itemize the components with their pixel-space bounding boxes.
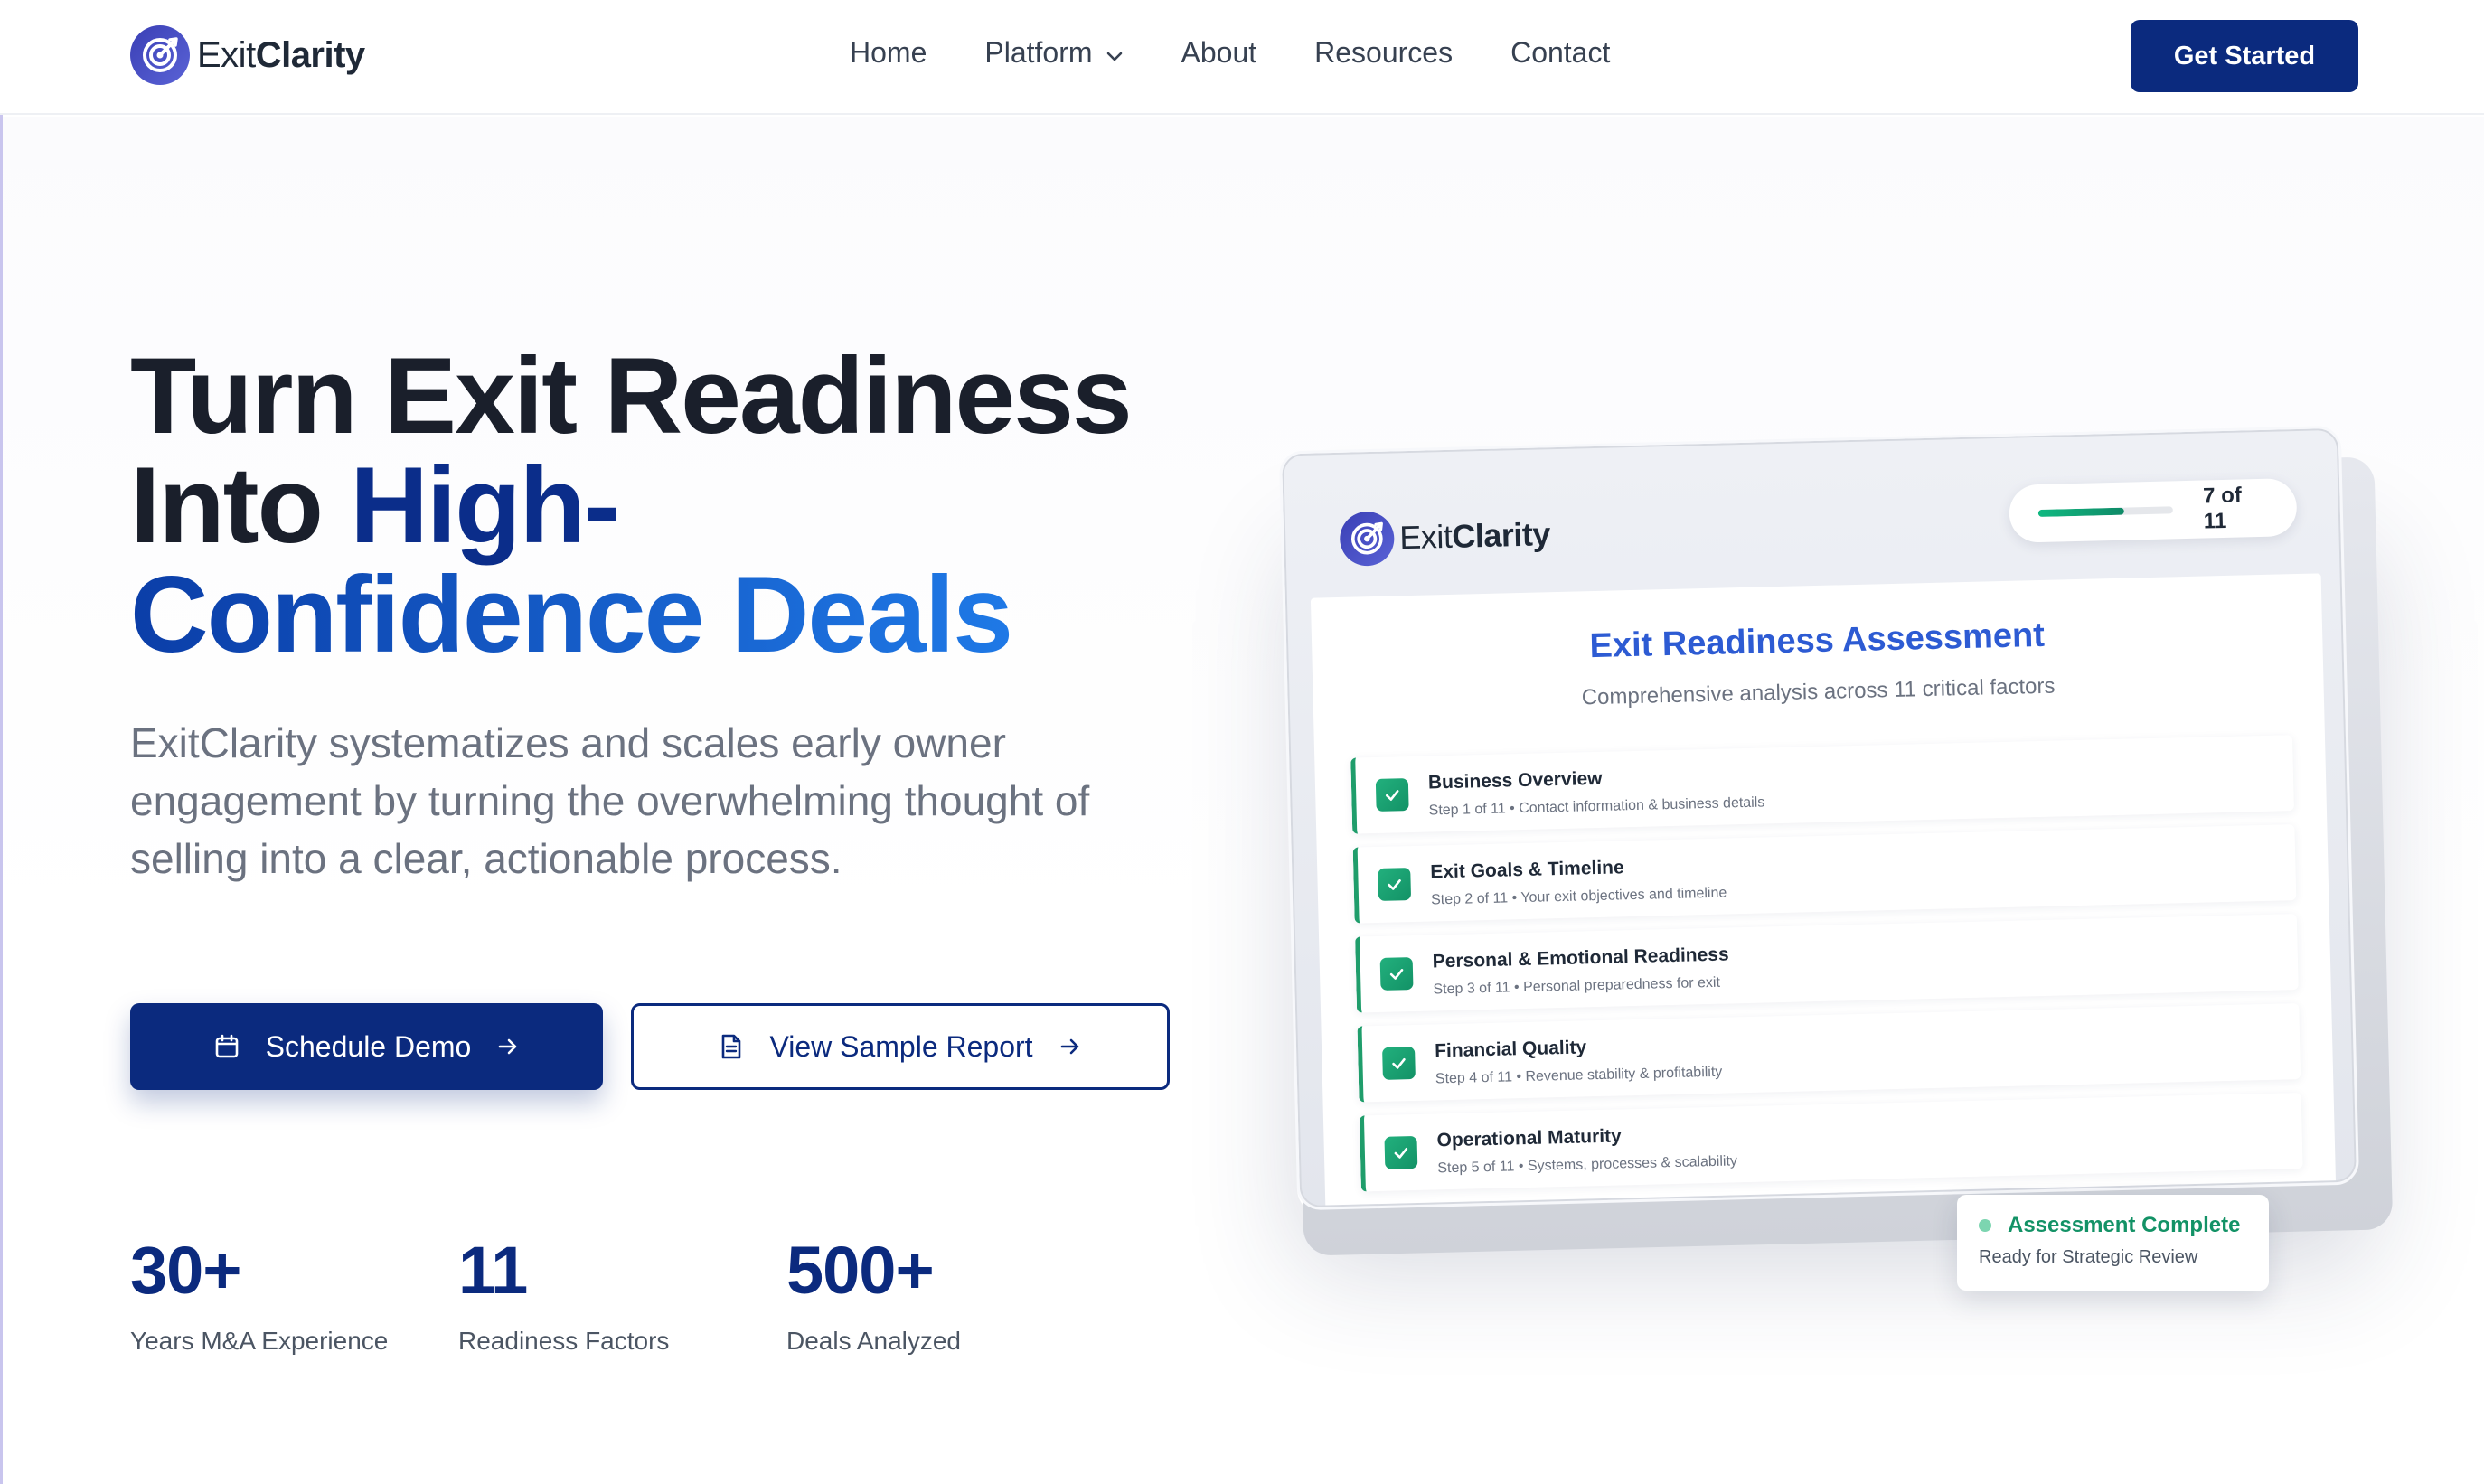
top-navbar: ExitClarity Home Platform About Resource… — [0, 0, 2484, 115]
device-frame: ExitClarity 7 of 11 Exit Readiness Asses… — [1278, 425, 2360, 1211]
stat-experience: 30+ Years M&A Experience — [130, 1231, 458, 1356]
step-detail: Step 1 of 11 • Contact information & bus… — [1428, 794, 1765, 819]
step-item[interactable]: Business Overview Step 1 of 11 • Contact… — [1350, 735, 2294, 834]
mockup-header: ExitClarity 7 of 11 — [1294, 441, 2334, 593]
progress-fill — [2037, 507, 2125, 517]
calendar-icon — [213, 1033, 240, 1060]
nav-link-about[interactable]: About — [1181, 36, 1257, 70]
hero-headline: Turn Exit Readiness Into High- Confidenc… — [130, 342, 1215, 670]
stat-factors: 11 Readiness Factors — [458, 1231, 786, 1356]
mockup-logo: ExitClarity — [1339, 507, 1551, 567]
step-detail: Step 4 of 11 • Revenue stability & profi… — [1435, 1064, 1723, 1087]
get-started-button[interactable]: Get Started — [2131, 20, 2358, 92]
stat-label: Deals Analyzed — [786, 1327, 962, 1355]
check-icon — [1378, 868, 1412, 901]
arrow-right-icon — [496, 1035, 520, 1058]
progress-text: 7 of 11 — [2202, 483, 2243, 534]
step-title: Exit Goals & Timeline — [1430, 857, 1624, 883]
step-item[interactable]: Operational Maturity Step 5 of 11 • Syst… — [1359, 1093, 2303, 1192]
nav-link-resources[interactable]: Resources — [1314, 36, 1453, 70]
check-icon — [1382, 1047, 1416, 1080]
stat-value: 11 — [458, 1233, 528, 1308]
stat-value: 500+ — [786, 1233, 935, 1308]
nav-link-home[interactable]: Home — [850, 36, 927, 70]
stat-label: Years M&A Experience — [130, 1327, 389, 1355]
assessment-progress-pill: 7 of 11 — [2009, 478, 2298, 543]
chevron-down-icon — [1106, 36, 1124, 70]
step-title: Financial Quality — [1434, 1037, 1587, 1062]
stat-deals: 500+ Deals Analyzed — [786, 1231, 1115, 1356]
check-icon — [1379, 957, 1414, 991]
view-sample-report-label: View Sample Report — [769, 1029, 1033, 1063]
nav-link-platform-label: Platform — [984, 36, 1093, 69]
step-detail: Step 5 of 11 • Systems, processes & scal… — [1437, 1153, 1738, 1177]
step-title: Operational Maturity — [1436, 1125, 1623, 1151]
step-item[interactable]: Exit Goals & Timeline Step 2 of 11 • You… — [1352, 824, 2297, 924]
mockup-screen: Exit Readiness Assessment Comprehensive … — [1310, 573, 2336, 1206]
assessment-subtitle: Comprehensive analysis across 11 critica… — [1581, 673, 2056, 710]
schedule-demo-button[interactable]: Schedule Demo — [130, 1003, 603, 1090]
step-detail: Step 2 of 11 • Your exit objectives and … — [1430, 885, 1727, 908]
step-item[interactable]: Financial Quality Step 4 of 11 • Revenue… — [1357, 1003, 2301, 1103]
document-icon — [719, 1033, 744, 1060]
step-item[interactable]: Personal & Emotional Readiness Step 3 of… — [1355, 914, 2299, 1013]
brand-logo[interactable]: ExitClarity — [130, 25, 365, 85]
assessment-step-list: Business Overview Step 1 of 11 • Contact… — [1350, 735, 2303, 1205]
target-logo-icon — [1339, 511, 1396, 567]
step-detail: Step 3 of 11 • Personal preparedness for… — [1433, 974, 1721, 998]
nav-link-contact[interactable]: Contact — [1510, 36, 1610, 70]
badge-title: Assessment Complete — [2008, 1213, 2241, 1237]
view-sample-report-button[interactable]: View Sample Report — [631, 1003, 1170, 1090]
stats-row: 30+ Years M&A Experience 11 Readiness Fa… — [130, 1231, 1115, 1356]
headline-accent-high: High- — [350, 445, 620, 566]
headline-line-2: Into — [130, 445, 351, 566]
main-nav: Home Platform About Resources Contact — [850, 36, 1668, 70]
check-icon — [1375, 778, 1409, 812]
schedule-demo-label: Schedule Demo — [265, 1029, 472, 1063]
headline-line-1: Turn Exit Readiness — [130, 335, 1133, 456]
hero-subheading: ExitClarity systematizes and scales earl… — [130, 719, 1090, 882]
badge-subtitle: Ready for Strategic Review — [1979, 1247, 2198, 1267]
brand-wordmark: ExitClarity — [197, 34, 365, 75]
check-icon — [1384, 1135, 1418, 1169]
assessment-device-mockup: ExitClarity 7 of 11 Exit Readiness Asses… — [1278, 425, 2394, 1279]
step-title: Personal & Emotional Readiness — [1432, 944, 1729, 972]
headline-accent-deals: Confidence Deals — [130, 554, 1013, 675]
progress-track — [2037, 506, 2173, 517]
badge-title-row: Assessment Complete — [1979, 1213, 2247, 1238]
status-dot-icon — [1979, 1219, 1991, 1232]
assessment-title: Exit Readiness Assessment — [1589, 615, 2046, 666]
step-title: Business Overview — [1427, 767, 1603, 794]
target-logo-icon — [130, 25, 190, 85]
mockup-wordmark: ExitClarity — [1398, 515, 1551, 557]
assessment-complete-badge: Assessment Complete Ready for Strategic … — [1957, 1195, 2269, 1291]
nav-link-platform[interactable]: Platform — [984, 36, 1123, 70]
stat-value: 30+ — [130, 1233, 242, 1308]
stat-label: Readiness Factors — [458, 1327, 670, 1355]
arrow-right-icon — [1059, 1035, 1082, 1058]
